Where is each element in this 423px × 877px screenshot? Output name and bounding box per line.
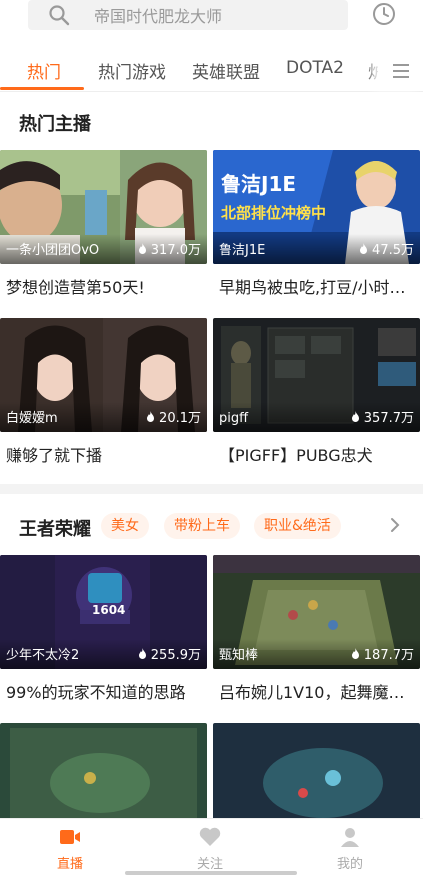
stream-thumbnail: pigff 357.7万 [213, 318, 420, 432]
stream-thumbnail: 甄知棒 187.7万 [213, 555, 420, 669]
section-title-hot-streamers: 热门主播 [19, 114, 91, 135]
tab-menu-button[interactable] [378, 52, 423, 90]
stream-title: 吕布婉儿1V10，起舞魔… [219, 683, 405, 702]
view-count: 317.0万 [137, 239, 201, 258]
flame-icon [138, 647, 146, 659]
active-tab-indicator [0, 87, 84, 90]
flame-icon [147, 410, 155, 422]
nav-profile[interactable]: 我的 [310, 825, 390, 872]
chip-filter[interactable]: 带粉上车 [164, 513, 240, 539]
view-count: 47.5万 [358, 239, 414, 258]
streamer-name: 鲁洁J1E [219, 243, 266, 258]
stream-thumbnail: 白嫒嫒m 20.1万 [0, 318, 207, 432]
section-divider [0, 484, 423, 494]
nav-label: 直播 [56, 857, 83, 872]
view-count: 187.7万 [350, 644, 414, 663]
search-placeholder: 帝国时代肥龙大师 [94, 7, 223, 26]
stream-card[interactable]: 甄知棒 187.7万 吕布婉儿1V10，起舞魔… [213, 555, 420, 703]
heart-icon [199, 827, 221, 846]
tab-hot-games[interactable]: 热门游戏 [98, 58, 166, 83]
search-input[interactable]: 帝国时代肥龙大师 [28, 0, 348, 30]
view-count: 20.1万 [145, 407, 201, 426]
stream-card[interactable]: 白嫒嫒m 20.1万 赚够了就下播 [0, 318, 207, 466]
stream-thumbnail: 一条小团团OvO 317.0万 [0, 150, 207, 264]
streamer-name: pigff [219, 411, 249, 426]
view-count: 255.9万 [137, 644, 201, 663]
nav-label: 我的 [336, 857, 363, 872]
thumb-headline: 鲁洁J1E [221, 172, 297, 196]
chip-filter[interactable]: 美女 [101, 513, 149, 539]
view-count: 357.7万 [350, 407, 414, 426]
thumb-score: 1604 [92, 603, 126, 617]
stream-thumbnail: 1604 少年不太冷2 255.9万 [0, 555, 207, 669]
flame-icon [360, 242, 368, 254]
stream-title: 99%的玩家不知道的思路 [6, 683, 186, 702]
stream-title: 梦想创造营第50天! [6, 278, 145, 297]
stream-card[interactable]: 鲁洁J1E 北部排位冲榜中 鲁洁J1E 47.5万 早期鸟被虫吃,打豆/小时… [213, 150, 420, 298]
flame-icon [351, 410, 359, 422]
search-row: 帝国时代肥龙大师 [0, 0, 423, 38]
search-icon [49, 5, 70, 26]
streamer-name: 白嫒嫒m [6, 411, 58, 426]
stream-thumbnail: 鲁洁J1E 北部排位冲榜中 鲁洁J1E 47.5万 [213, 150, 420, 264]
flame-icon [351, 647, 359, 659]
tab-lol[interactable]: 英雄联盟 [192, 58, 260, 83]
tab-hot[interactable]: 热门 [27, 58, 61, 83]
streamer-name: 一条小团团OvO [6, 243, 100, 258]
thumb-banner: 北部排位冲榜中 [221, 204, 327, 222]
tv-icon [60, 830, 80, 844]
flame-icon [138, 242, 146, 254]
stream-title: 赚够了就下播 [6, 446, 103, 465]
user-icon [341, 828, 359, 847]
stream-title: 【PIGFF】PUBG忠犬 [219, 446, 373, 465]
stream-title: 早期鸟被虫吃,打豆/小时… [219, 278, 406, 297]
nav-live[interactable]: 直播 [30, 825, 110, 872]
chevron-right-icon[interactable] [386, 515, 404, 535]
history-icon[interactable] [372, 2, 396, 26]
menu-icon [392, 64, 409, 66]
streamer-name: 甄知棒 [219, 648, 259, 663]
home-indicator [125, 871, 297, 875]
streamer-name: 少年不太冷2 [6, 648, 80, 663]
stream-card[interactable]: 一条小团团OvO 317.0万 梦想创造营第50天! [0, 150, 207, 298]
tab-dota2[interactable]: DOTA2 [286, 58, 344, 78]
nav-label: 关注 [196, 857, 223, 872]
category-tabs: 热门 热门游戏 英雄联盟 DOTA2 炉 [0, 52, 423, 92]
bottom-nav: 直播 关注 我的 [0, 818, 423, 877]
section-title-honor-of-kings: 王者荣耀 [19, 519, 91, 540]
stream-card[interactable]: pigff 357.7万 【PIGFF】PUBG忠犬 [213, 318, 420, 466]
nav-follow[interactable]: 关注 [170, 825, 250, 872]
chip-filter[interactable]: 职业&绝活 [254, 513, 341, 539]
stream-card[interactable]: 1604 少年不太冷2 255.9万 99%的玩家不知道的思路 [0, 555, 207, 703]
